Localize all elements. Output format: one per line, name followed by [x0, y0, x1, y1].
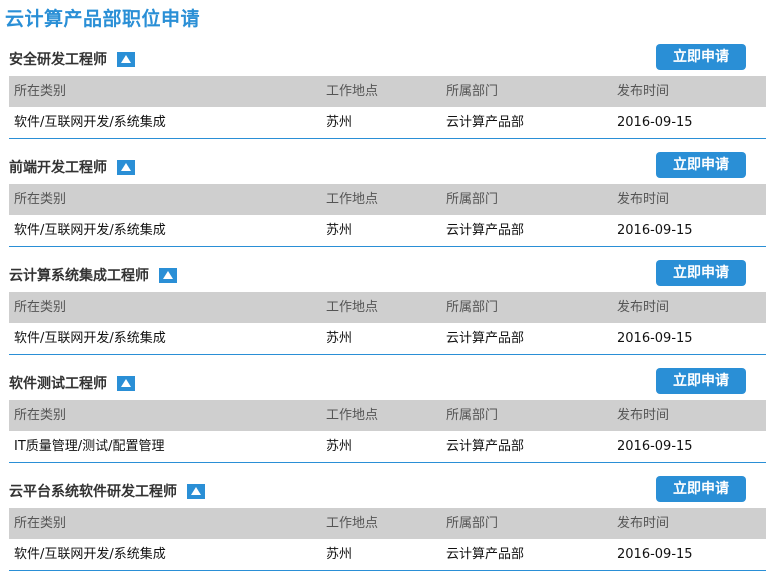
cell-location: 苏州 [326, 547, 353, 562]
table-row: 软件/互联网开发/系统集成 苏州 云计算产品部 2016-09-15 [9, 323, 766, 355]
table-header: 所在类别 工作地点 所属部门 发布时间 [9, 508, 766, 539]
cell-department: 云计算产品部 [446, 331, 525, 346]
cell-department: 云计算产品部 [446, 115, 525, 130]
column-header-location: 工作地点 [326, 300, 379, 315]
cell-date: 2016-09-15 [617, 223, 693, 238]
job-title-text: 前端开发工程师 [9, 160, 107, 176]
column-header-category: 所在类别 [14, 516, 67, 531]
job-header: 前端开发工程师 立即申请 [9, 148, 766, 184]
cell-location: 苏州 [326, 439, 353, 454]
job-title-text: 云计算系统集成工程师 [9, 268, 149, 284]
collapse-arrow-icon[interactable] [117, 159, 135, 175]
cell-date: 2016-09-15 [617, 547, 693, 562]
cell-department: 云计算产品部 [446, 223, 525, 238]
table-header: 所在类别 工作地点 所属部门 发布时间 [9, 76, 766, 107]
job-header: 软件测试工程师 立即申请 [9, 364, 766, 400]
cell-category: 软件/互联网开发/系统集成 [14, 223, 166, 238]
cell-location: 苏州 [326, 115, 353, 130]
cell-location: 苏州 [326, 331, 353, 346]
job-card: 云平台系统软件研发工程师 立即申请 所在类别 工作地点 所属部门 发布时间 软件… [9, 472, 766, 580]
job-title-text: 软件测试工程师 [9, 376, 107, 392]
table-row: 软件/互联网开发/系统集成 苏州 云计算产品部 2016-09-15 [9, 215, 766, 247]
cell-category: 软件/互联网开发/系统集成 [14, 115, 166, 130]
column-header-department: 所属部门 [446, 516, 499, 531]
column-header-category: 所在类别 [14, 300, 67, 315]
job-table: 所在类别 工作地点 所属部门 发布时间 软件/互联网开发/系统集成 苏州 云计算… [9, 184, 766, 247]
job-table: 所在类别 工作地点 所属部门 发布时间 软件/互联网开发/系统集成 苏州 云计算… [9, 292, 766, 355]
table-header: 所在类别 工作地点 所属部门 发布时间 [9, 400, 766, 431]
job-header: 安全研发工程师 立即申请 [9, 40, 766, 76]
column-header-date: 发布时间 [617, 516, 670, 531]
job-title: 前端开发工程师 [9, 157, 135, 177]
column-header-department: 所属部门 [446, 300, 499, 315]
apply-button[interactable]: 立即申请 [656, 368, 746, 394]
job-title: 软件测试工程师 [9, 373, 135, 393]
cell-date: 2016-09-15 [617, 331, 693, 346]
column-header-department: 所属部门 [446, 408, 499, 423]
apply-button[interactable]: 立即申请 [656, 476, 746, 502]
column-header-date: 发布时间 [617, 192, 670, 207]
job-card: 软件测试工程师 立即申请 所在类别 工作地点 所属部门 发布时间 IT质量管理/… [9, 364, 766, 472]
job-header: 云计算系统集成工程师 立即申请 [9, 256, 766, 292]
table-row: 软件/互联网开发/系统集成 苏州 云计算产品部 2016-09-15 [9, 107, 766, 139]
job-table: 所在类别 工作地点 所属部门 发布时间 软件/互联网开发/系统集成 苏州 云计算… [9, 76, 766, 139]
job-card: 云计算系统集成工程师 立即申请 所在类别 工作地点 所属部门 发布时间 软件/互… [9, 256, 766, 364]
column-header-category: 所在类别 [14, 192, 67, 207]
column-header-location: 工作地点 [326, 516, 379, 531]
column-header-department: 所属部门 [446, 192, 499, 207]
collapse-arrow-icon[interactable] [117, 51, 135, 67]
column-header-date: 发布时间 [617, 84, 670, 99]
column-header-location: 工作地点 [326, 408, 379, 423]
collapse-arrow-icon[interactable] [187, 483, 205, 499]
apply-button[interactable]: 立即申请 [656, 260, 746, 286]
cell-location: 苏州 [326, 223, 353, 238]
column-header-category: 所在类别 [14, 408, 67, 423]
column-header-location: 工作地点 [326, 192, 379, 207]
table-header: 所在类别 工作地点 所属部门 发布时间 [9, 292, 766, 323]
column-header-department: 所属部门 [446, 84, 499, 99]
cell-department: 云计算产品部 [446, 547, 525, 562]
table-header: 所在类别 工作地点 所属部门 发布时间 [9, 184, 766, 215]
job-title-text: 云平台系统软件研发工程师 [9, 484, 177, 500]
table-row: 软件/互联网开发/系统集成 苏州 云计算产品部 2016-09-15 [9, 539, 766, 571]
apply-button[interactable]: 立即申请 [656, 44, 746, 70]
column-header-date: 发布时间 [617, 408, 670, 423]
cell-date: 2016-09-15 [617, 115, 693, 130]
job-title-text: 安全研发工程师 [9, 52, 107, 68]
cell-date: 2016-09-15 [617, 439, 693, 454]
apply-button[interactable]: 立即申请 [656, 152, 746, 178]
job-card: 前端开发工程师 立即申请 所在类别 工作地点 所属部门 发布时间 软件/互联网开… [9, 148, 766, 256]
collapse-arrow-icon[interactable] [117, 375, 135, 391]
cell-category: 软件/互联网开发/系统集成 [14, 331, 166, 346]
job-card: 安全研发工程师 立即申请 所在类别 工作地点 所属部门 发布时间 软件/互联网开… [9, 40, 766, 148]
job-table: 所在类别 工作地点 所属部门 发布时间 IT质量管理/测试/配置管理 苏州 云计… [9, 400, 766, 463]
cell-category: 软件/互联网开发/系统集成 [14, 547, 166, 562]
job-header: 云平台系统软件研发工程师 立即申请 [9, 472, 766, 508]
job-title: 安全研发工程师 [9, 49, 135, 69]
job-title: 云平台系统软件研发工程师 [9, 481, 205, 501]
cell-department: 云计算产品部 [446, 439, 525, 454]
page-title: 云计算产品部职位申请 [5, 8, 201, 30]
cell-category: IT质量管理/测试/配置管理 [14, 439, 165, 454]
column-header-location: 工作地点 [326, 84, 379, 99]
column-header-date: 发布时间 [617, 300, 670, 315]
collapse-arrow-icon[interactable] [159, 267, 177, 283]
table-row: IT质量管理/测试/配置管理 苏州 云计算产品部 2016-09-15 [9, 431, 766, 463]
job-table: 所在类别 工作地点 所属部门 发布时间 软件/互联网开发/系统集成 苏州 云计算… [9, 508, 766, 571]
job-title: 云计算系统集成工程师 [9, 265, 177, 285]
column-header-category: 所在类别 [14, 84, 67, 99]
